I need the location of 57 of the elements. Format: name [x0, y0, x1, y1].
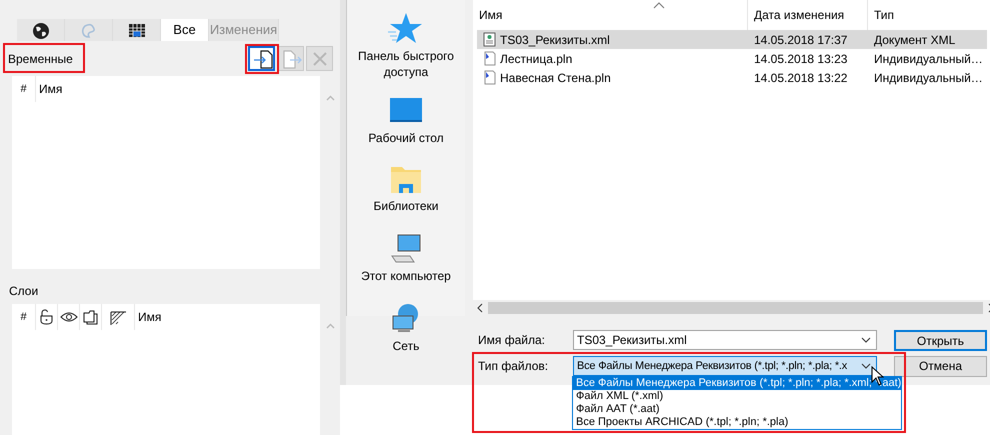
navigation-item[interactable]: Рабочий стол [347, 130, 465, 146]
file-type-dropdown[interactable]: Все Файлы Менеджера Реквизитов (*.tpl; *.pln; *.pla; *.x [573, 356, 877, 376]
file-row[interactable]: Навесная Стена.pln 14.05.2018 13:22 Индивидуальный… [477, 68, 987, 87]
field-label: Тип файлов: [478, 358, 550, 375]
grid-icon [128, 22, 146, 38]
tab[interactable]: Все [161, 19, 209, 41]
column-header[interactable]: Имя [138, 308, 162, 326]
file-name: TS03_Рекизиты.xml [500, 32, 610, 48]
import-button[interactable] [248, 46, 275, 71]
horizontal-scrollbar[interactable] [473, 300, 990, 316]
swirl-icon [80, 22, 98, 38]
file-name: Лестница.pln [500, 50, 572, 68]
navigation-item[interactable]: Библиотеки [347, 198, 465, 214]
file-date: 14.05.2018 13:23 [753, 50, 848, 68]
open-button[interactable]: Открыть [894, 330, 987, 350]
chevron-down-icon [861, 363, 871, 369]
field-label: Имя файла: [478, 332, 546, 349]
dropdown-option[interactable]: Файл AAT (*.aat) [573, 403, 901, 416]
column-header[interactable]: Имя [479, 6, 502, 24]
globe-icon [32, 22, 50, 38]
file-name: Навесная Стена.pln [500, 70, 611, 86]
column-header[interactable]: Тип [874, 6, 894, 24]
column-header[interactable]: # [20, 80, 27, 98]
navigation-item[interactable]: Панель быстрого доступа [347, 48, 465, 80]
scrollbar-thumb[interactable] [488, 302, 983, 314]
scroll-left-icon [477, 303, 483, 313]
file-row[interactable]: TS03_Рекизиты.xml 14.05.2018 17:37 Документ XML [477, 30, 987, 49]
column-header[interactable]: Имя [39, 80, 62, 98]
file-type: Документ XML [873, 32, 956, 48]
highlight-frame [245, 44, 279, 74]
file-icon [483, 70, 496, 85]
filename-field[interactable]: TS03_Рекизиты.xml [573, 330, 877, 350]
column-header[interactable]: # [20, 308, 27, 326]
section-title: Слои [9, 283, 38, 300]
section-title: Временные [8, 50, 73, 68]
lock-icon [38, 308, 56, 326]
chevron-down-icon [861, 337, 871, 343]
scroll-up-icon [324, 322, 336, 330]
column-header[interactable]: Дата изменения [754, 6, 844, 24]
file-row[interactable]: Лестница.pln 14.05.2018 13:23 Индивидуальный… [477, 49, 987, 68]
file-date: 14.05.2018 17:37 [753, 32, 848, 48]
file-type: Индивидуальный… [873, 70, 983, 86]
file-type: Индивидуальный… [873, 50, 983, 68]
star-icon [388, 12, 424, 44]
scroll-up-icon [324, 94, 336, 102]
tab[interactable] [113, 19, 161, 41]
document-icon [483, 32, 496, 47]
sort-icon [653, 2, 665, 9]
dropdown-option[interactable]: Все Проекты ARCHICAD (*.tpl; *.pln; *.pla) [573, 416, 901, 429]
navigation-item[interactable]: Сеть [347, 338, 465, 354]
pages-icon [82, 308, 100, 326]
dropdown-option[interactable]: Файл XML (*.xml) [573, 390, 901, 403]
file-date: 14.05.2018 13:22 [753, 70, 848, 86]
tab[interactable] [17, 19, 65, 41]
navigation-item[interactable]: Этот компьютер [347, 268, 465, 284]
file-icon [483, 51, 496, 66]
cancel-button[interactable]: Отмена [894, 356, 987, 376]
